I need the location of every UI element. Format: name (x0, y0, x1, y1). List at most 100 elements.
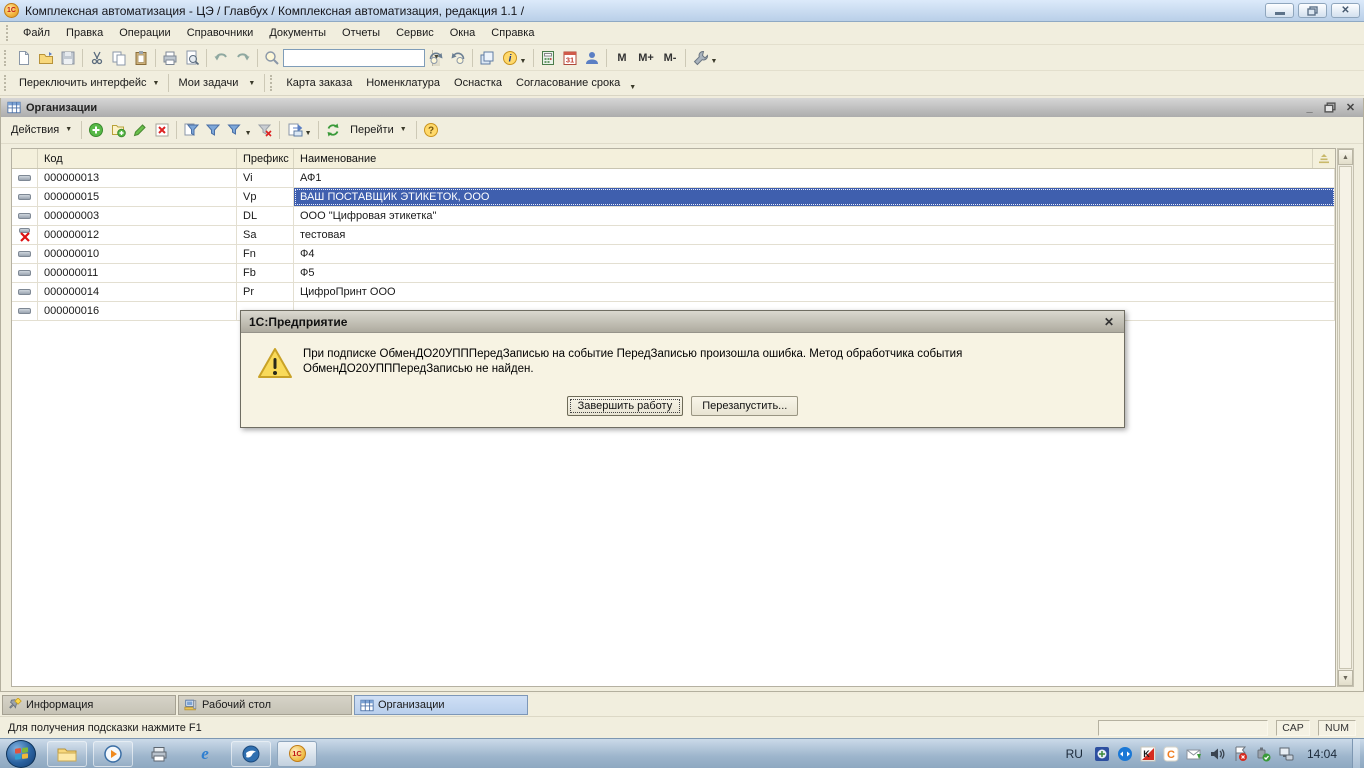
cell-name[interactable]: ЦифроПринт ООО (294, 283, 1335, 301)
cell-prefix[interactable]: Fn (237, 245, 294, 263)
tab-desktop[interactable]: Рабочий стол (178, 695, 352, 715)
tray-volume-icon[interactable] (1209, 746, 1225, 762)
menu-help[interactable]: Справка (483, 24, 542, 42)
cell-code[interactable]: 000000014 (38, 283, 237, 301)
nav-term-approval[interactable]: Согласование срока (509, 74, 627, 92)
scrollbar-thumb[interactable] (1339, 166, 1352, 669)
paste-button[interactable] (130, 48, 152, 68)
menu-windows[interactable]: Окна (442, 24, 484, 42)
delete-button[interactable] (151, 120, 173, 140)
tab-information[interactable]: Информация (2, 695, 176, 715)
cell-prefix[interactable]: DL (237, 207, 294, 225)
cell-name-selected[interactable]: ВАШ ПОСТАВЩИК ЭТИКЕТОК, ООО (294, 188, 1335, 206)
sort-settings-button[interactable] (1313, 149, 1335, 168)
ie-taskbar-button[interactable]: e (185, 741, 225, 767)
header-prefix[interactable]: Префикс (237, 149, 294, 168)
print-button[interactable] (159, 48, 181, 68)
redo-button[interactable] (232, 48, 254, 68)
scroll-up-button[interactable]: ▲ (1338, 149, 1353, 165)
nav-nomenclature[interactable]: Номенклатура (359, 74, 447, 92)
tray-teamviewer-icon[interactable] (1117, 746, 1133, 762)
cell-code[interactable]: 000000016 (38, 302, 237, 320)
help-button[interactable]: ? (420, 120, 442, 140)
nav-osnastka[interactable]: Оснастка (447, 74, 509, 92)
refresh-button[interactable] (322, 120, 344, 140)
cell-name[interactable]: тестовая (294, 226, 1335, 244)
memory-m-minus-button[interactable]: M- (658, 48, 682, 68)
tray-action-center-icon[interactable] (1232, 746, 1248, 762)
vertical-scrollbar[interactable]: ▲ ▼ (1337, 148, 1354, 687)
header-code[interactable]: Код (38, 149, 237, 168)
menu-edit[interactable]: Правка (58, 24, 111, 42)
table-row-selected[interactable]: 000000015 Vp ВАШ ПОСТАВЩИК ЭТИКЕТОК, ООО (12, 188, 1335, 207)
toolbar-grip[interactable] (270, 75, 275, 91)
child-close-button[interactable]: ✕ (1344, 101, 1357, 114)
menu-catalogs[interactable]: Справочники (179, 24, 262, 42)
close-button[interactable]: ✕ (1331, 3, 1360, 18)
header-name[interactable]: Наименование (294, 149, 1313, 168)
tray-kaspersky-icon[interactable]: K (1140, 746, 1156, 762)
media-player-taskbar-button[interactable] (93, 741, 133, 767)
language-indicator[interactable]: RU (1066, 747, 1083, 761)
cell-name[interactable]: ООО "Цифровая этикетка" (294, 207, 1335, 225)
my-tasks-button[interactable]: Мои задачи ▼ (172, 74, 261, 92)
save-button[interactable] (57, 48, 79, 68)
cut-button[interactable] (86, 48, 108, 68)
search-input[interactable] (284, 51, 432, 65)
end-session-button[interactable]: Завершить работу (567, 396, 684, 416)
cell-code[interactable]: 000000012 (38, 226, 237, 244)
cell-code[interactable]: 000000003 (38, 207, 237, 225)
header-icon-column[interactable] (12, 149, 38, 168)
new-document-button[interactable] (13, 48, 35, 68)
printer-taskbar-button[interactable] (139, 741, 179, 767)
cell-prefix[interactable]: Vi (237, 169, 294, 187)
scroll-down-button[interactable]: ▼ (1338, 670, 1353, 686)
cell-code[interactable]: 000000015 (38, 188, 237, 206)
tray-network-icon[interactable] (1278, 746, 1294, 762)
menu-service[interactable]: Сервис (388, 24, 442, 42)
window-list-button[interactable] (476, 48, 498, 68)
menu-documents[interactable]: Документы (261, 24, 334, 42)
start-button[interactable] (6, 740, 36, 768)
nav-order-map[interactable]: Карта заказа (279, 74, 359, 92)
cell-code[interactable]: 000000010 (38, 245, 237, 263)
undo-button[interactable] (210, 48, 232, 68)
child-restore-button[interactable] (1324, 102, 1336, 113)
menu-operations[interactable]: Операции (111, 24, 178, 42)
table-row[interactable]: 000000013 Vi АФ1 (12, 169, 1335, 188)
tab-organizations[interactable]: Организации (354, 695, 528, 715)
copy-button[interactable] (108, 48, 130, 68)
minimize-button[interactable] (1265, 3, 1294, 18)
calendar-button[interactable]: 31 (559, 48, 581, 68)
show-desktop-button[interactable] (1352, 739, 1360, 768)
child-minimize-button[interactable]: _ (1303, 102, 1316, 114)
cell-name[interactable]: Ф4 (294, 245, 1335, 263)
add-group-button[interactable] (107, 120, 129, 140)
find-previous-button[interactable] (447, 48, 469, 68)
memory-m-button[interactable]: M (610, 48, 634, 68)
table-row-marked-deleted[interactable]: 000000012 Sa тестовая (12, 226, 1335, 245)
table-row[interactable]: 000000014 Pr ЦифроПринт ООО (12, 283, 1335, 302)
cell-code[interactable]: 000000011 (38, 264, 237, 282)
thunderbird-taskbar-button[interactable] (231, 741, 271, 767)
filter-clear-button[interactable] (254, 120, 276, 140)
search-combobox[interactable]: ▼ (283, 49, 425, 67)
find-next-button[interactable] (425, 48, 447, 68)
toolbar-grip[interactable] (4, 75, 9, 91)
clock[interactable]: 14:04 (1307, 747, 1337, 761)
tray-utility-icon[interactable] (1094, 746, 1110, 762)
calculator-button[interactable] (537, 48, 559, 68)
filter-setup-button[interactable] (180, 120, 202, 140)
restart-button[interactable]: Перезапустить... (691, 396, 798, 416)
add-button[interactable] (85, 120, 107, 140)
filter-history-button[interactable]: ▼ (224, 120, 254, 140)
cell-prefix[interactable]: Vp (237, 188, 294, 206)
user-monitor-button[interactable] (581, 48, 603, 68)
print-preview-button[interactable] (181, 48, 203, 68)
tray-comodo-icon[interactable]: C (1163, 746, 1179, 762)
toolbar-grip[interactable] (4, 50, 9, 66)
table-row[interactable]: 000000010 Fn Ф4 (12, 245, 1335, 264)
dialog-close-button[interactable]: ✕ (1102, 315, 1116, 329)
service-info-button[interactable]: i ▼ (498, 48, 530, 68)
menu-file[interactable]: Файл (15, 24, 58, 42)
